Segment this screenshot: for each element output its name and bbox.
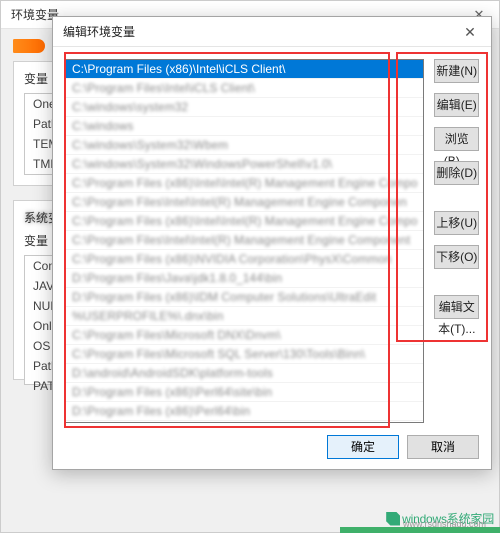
dialog-body: C:\Program Files (x86)\Intel\iCLS Client… <box>53 47 491 431</box>
moveup-button[interactable]: 上移(U) <box>434 211 479 235</box>
new-button[interactable]: 新建(N) <box>434 59 479 83</box>
edit-button[interactable]: 编辑(E) <box>434 93 479 117</box>
edit-env-dialog: 编辑环境变量 ✕ C:\Program Files (x86)\Intel\iC… <box>52 16 492 470</box>
dialog-title-text: 编辑环境变量 <box>63 25 135 39</box>
movedown-button[interactable]: 下移(O) <box>434 245 479 269</box>
list-item[interactable]: C:\Program Files (x86)\Intel\iCLS Client… <box>66 60 423 79</box>
list-item[interactable]: C:\windows\System32\Wbem <box>66 136 423 155</box>
watermark: windows系统家园 www.rsdnshadu.com <box>386 510 494 527</box>
list-item[interactable]: D:\android\AndroidSDK\platform-tools <box>66 364 423 383</box>
close-icon[interactable]: ✕ <box>449 17 491 47</box>
list-item[interactable]: C:\Program Files (x86)\Intel\Intel(R) Ma… <box>66 174 423 193</box>
spacer <box>434 195 479 201</box>
accent-swoosh <box>13 39 45 53</box>
list-item[interactable]: D:\Program Files (x86)\Perl64\site\bin <box>66 383 423 402</box>
cancel-button[interactable]: 取消 <box>407 435 479 459</box>
list-item[interactable]: D:\Program Files\Java\jdk1.8.0_144\bin <box>66 269 423 288</box>
edittext-button[interactable]: 编辑文本(T)... <box>434 295 479 319</box>
browse-button[interactable]: 浏览(B)... <box>434 127 479 151</box>
list-item[interactable]: D:\Program Files (x86)\IDM Computer Solu… <box>66 288 423 307</box>
list-item[interactable]: C:\Program Files\Intel\Intel(R) Manageme… <box>66 231 423 250</box>
dialog-title-bar: 编辑环境变量 <box>53 17 491 47</box>
list-item[interactable]: C:\Program Files (x86)\NVIDIA Corporatio… <box>66 250 423 269</box>
list-item[interactable]: C:\Program Files\Intel\iCLS Client\ <box>66 79 423 98</box>
button-column: 新建(N) 编辑(E) 浏览(B)... 删除(D) 上移(U) 下移(O) 编… <box>434 59 479 423</box>
list-column: C:\Program Files (x86)\Intel\iCLS Client… <box>65 59 424 423</box>
list-item[interactable]: C:\windows <box>66 117 423 136</box>
list-item[interactable]: C:\windows\System32\WindowsPowerShell\v1… <box>66 155 423 174</box>
path-list[interactable]: C:\Program Files (x86)\Intel\iCLS Client… <box>65 59 424 423</box>
watermark-url: www.rsdnshadu.com <box>403 519 486 529</box>
delete-button[interactable]: 删除(D) <box>434 161 479 185</box>
list-item[interactable]: C:\Program Files (x86)\Intel\Intel(R) Ma… <box>66 212 423 231</box>
watermark-flag-icon <box>386 512 400 526</box>
list-item[interactable]: C:\Program Files\Intel\Intel(R) Manageme… <box>66 193 423 212</box>
ok-button[interactable]: 确定 <box>327 435 399 459</box>
spacer <box>434 279 479 285</box>
list-item[interactable]: D:\Program Files (x86)\Perl64\bin <box>66 402 423 421</box>
dialog-footer: 确定 取消 <box>327 435 479 459</box>
list-item[interactable]: C:\windows\system32 <box>66 98 423 117</box>
list-item[interactable]: C:\Program Files\Microsoft DNX\Dnvm\ <box>66 326 423 345</box>
list-item[interactable]: %USERPROFILE%\.dnx\bin <box>66 307 423 326</box>
list-item[interactable]: C:\Program Files\Microsoft SQL Server\13… <box>66 345 423 364</box>
